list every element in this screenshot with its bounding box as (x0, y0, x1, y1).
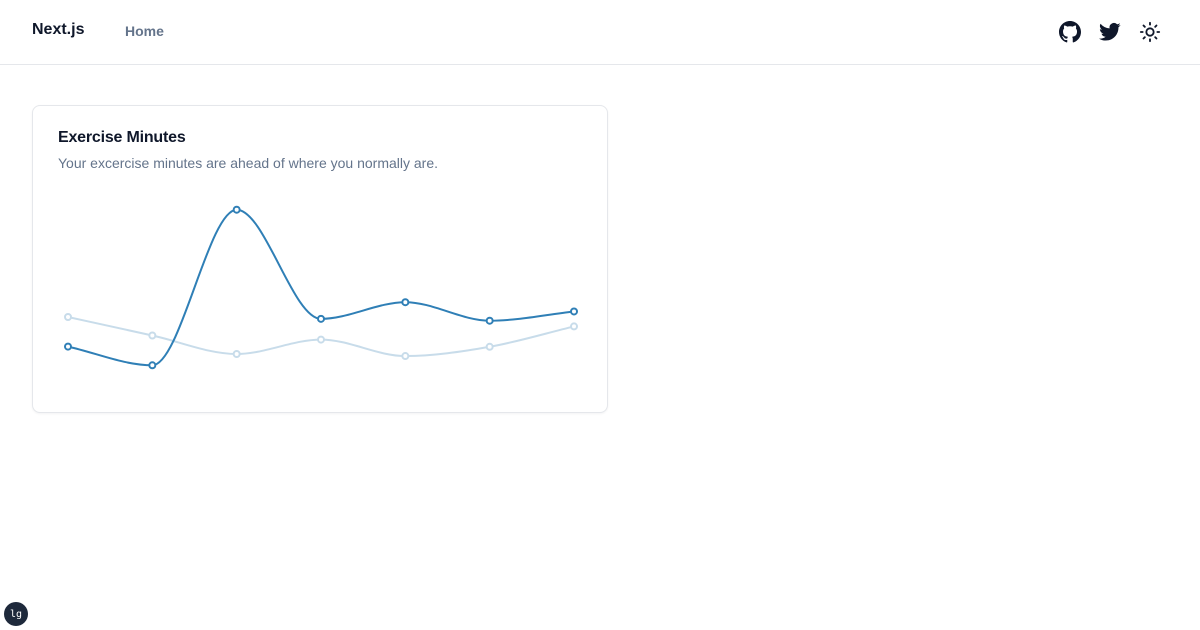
card-description: Your excercise minutes are ahead of wher… (58, 155, 439, 171)
secondary-series-point[interactable] (401, 352, 410, 361)
theme-toggle-button[interactable] (1138, 20, 1162, 44)
exercise-line-chart (64, 205, 578, 370)
secondary-series-point[interactable] (232, 350, 241, 358)
github-button[interactable] (1058, 20, 1082, 44)
secondary-series-point[interactable] (485, 342, 494, 351)
secondary-series-point[interactable] (148, 331, 157, 340)
primary-series-point[interactable] (485, 316, 494, 325)
dev-indicator-badge[interactable]: lg (4, 602, 28, 626)
primary-series-point[interactable] (148, 361, 157, 370)
secondary-series-point[interactable] (317, 335, 325, 344)
primary-series-point[interactable] (64, 342, 72, 351)
sun-icon (1139, 21, 1161, 43)
twitter-icon (1099, 22, 1121, 41)
nav-link-home[interactable]: Home (125, 23, 164, 39)
exercise-minutes-card: Exercise Minutes Your excercise minutes … (32, 105, 608, 413)
primary-series-point[interactable] (317, 314, 325, 323)
brand-logo[interactable]: Next.js (32, 21, 84, 39)
secondary-series-point[interactable] (64, 313, 72, 321)
primary-series-point[interactable] (401, 298, 410, 307)
primary-series-point[interactable] (570, 307, 578, 316)
card-title: Exercise Minutes (58, 129, 186, 146)
secondary-series-point[interactable] (570, 322, 578, 331)
primary-series-point[interactable] (232, 205, 241, 214)
twitter-button[interactable] (1098, 20, 1122, 44)
github-icon (1059, 21, 1081, 43)
top-navbar: Next.js Home (0, 0, 1200, 65)
